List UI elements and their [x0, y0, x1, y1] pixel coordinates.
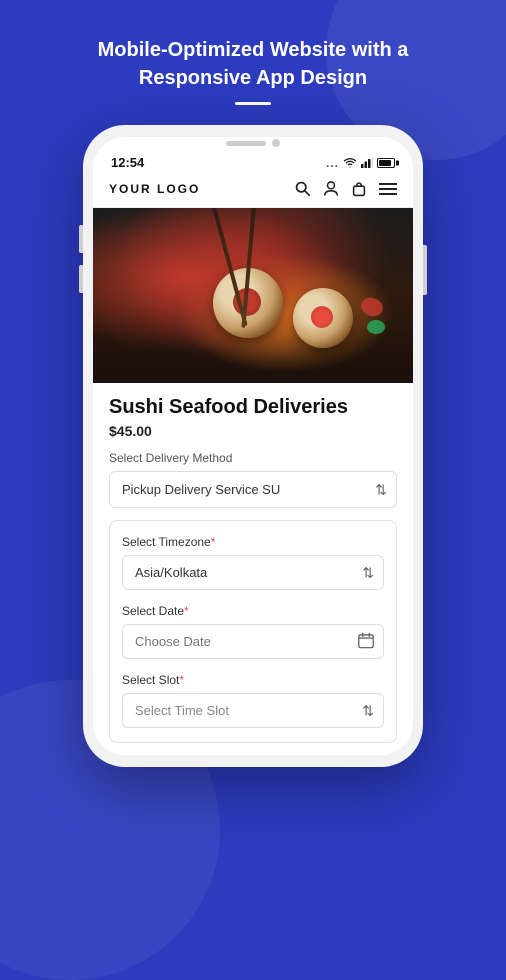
product-content: Sushi Seafood Deliveries $45.00 Select D… — [93, 383, 413, 755]
slot-required-star: * — [179, 673, 184, 687]
delivery-method-wrapper: Pickup Delivery Service SU Home Delivery… — [109, 471, 397, 508]
slot-select[interactable]: Select Time Slot 10:00 AM - 12:00 PM 2:0… — [122, 693, 384, 728]
timezone-wrapper: Asia/Kolkata UTC America/New_York ⇅ — [122, 555, 384, 590]
status-time: 12:54 — [111, 155, 144, 170]
options-box: Select Timezone* Asia/Kolkata UTC Americ… — [109, 520, 397, 743]
user-icon[interactable] — [323, 180, 339, 197]
date-wrapper — [122, 624, 384, 659]
navbar: YOUR LOGO — [93, 174, 413, 208]
timezone-group: Select Timezone* Asia/Kolkata UTC Americ… — [122, 535, 384, 590]
status-bar: 12:54 ... — [93, 147, 413, 174]
date-input[interactable] — [122, 624, 384, 659]
slot-group: Select Slot* Select Time Slot 10:00 AM -… — [122, 673, 384, 728]
camera-notch — [93, 137, 413, 147]
sushi-topping-2 — [311, 306, 333, 328]
status-dots: ... — [326, 156, 339, 170]
date-group: Select Date* — [122, 604, 384, 659]
power-button — [423, 245, 427, 295]
status-icons: ... — [326, 156, 395, 170]
battery-icon — [377, 158, 395, 168]
nav-icons — [294, 180, 397, 197]
slot-label: Select Slot* — [122, 673, 384, 687]
phone-screen: 12:54 ... — [93, 137, 413, 755]
header-divider — [235, 102, 271, 105]
product-price: $45.00 — [109, 423, 397, 439]
product-title: Sushi Seafood Deliveries — [109, 395, 397, 419]
product-image — [93, 208, 413, 383]
bag-icon[interactable] — [351, 180, 367, 197]
volume-down-button — [79, 265, 83, 293]
logo: YOUR LOGO — [109, 182, 200, 196]
delivery-method-select[interactable]: Pickup Delivery Service SU Home Delivery — [109, 471, 397, 508]
date-label: Select Date* — [122, 604, 384, 618]
timezone-select[interactable]: Asia/Kolkata UTC America/New_York — [122, 555, 384, 590]
menu-icon[interactable] — [379, 182, 397, 196]
timezone-label: Select Timezone* — [122, 535, 384, 549]
slot-wrapper: Select Time Slot 10:00 AM - 12:00 PM 2:0… — [122, 693, 384, 728]
sushi-roll-2 — [293, 288, 353, 348]
date-required-star: * — [184, 604, 189, 618]
phone-mockup: 12:54 ... — [83, 125, 423, 767]
volume-up-button — [79, 225, 83, 253]
wifi-icon — [343, 157, 357, 168]
page-heading: Mobile-Optimized Website with a Responsi… — [58, 36, 449, 92]
ginger-garnish — [359, 295, 386, 319]
timezone-required-star: * — [211, 535, 216, 549]
signal-icon — [361, 157, 373, 168]
wasabi-garnish — [367, 320, 385, 334]
delivery-method-label: Select Delivery Method — [109, 451, 397, 465]
camera-dot — [272, 139, 280, 147]
search-icon[interactable] — [294, 180, 311, 197]
speaker-grille — [226, 141, 266, 146]
